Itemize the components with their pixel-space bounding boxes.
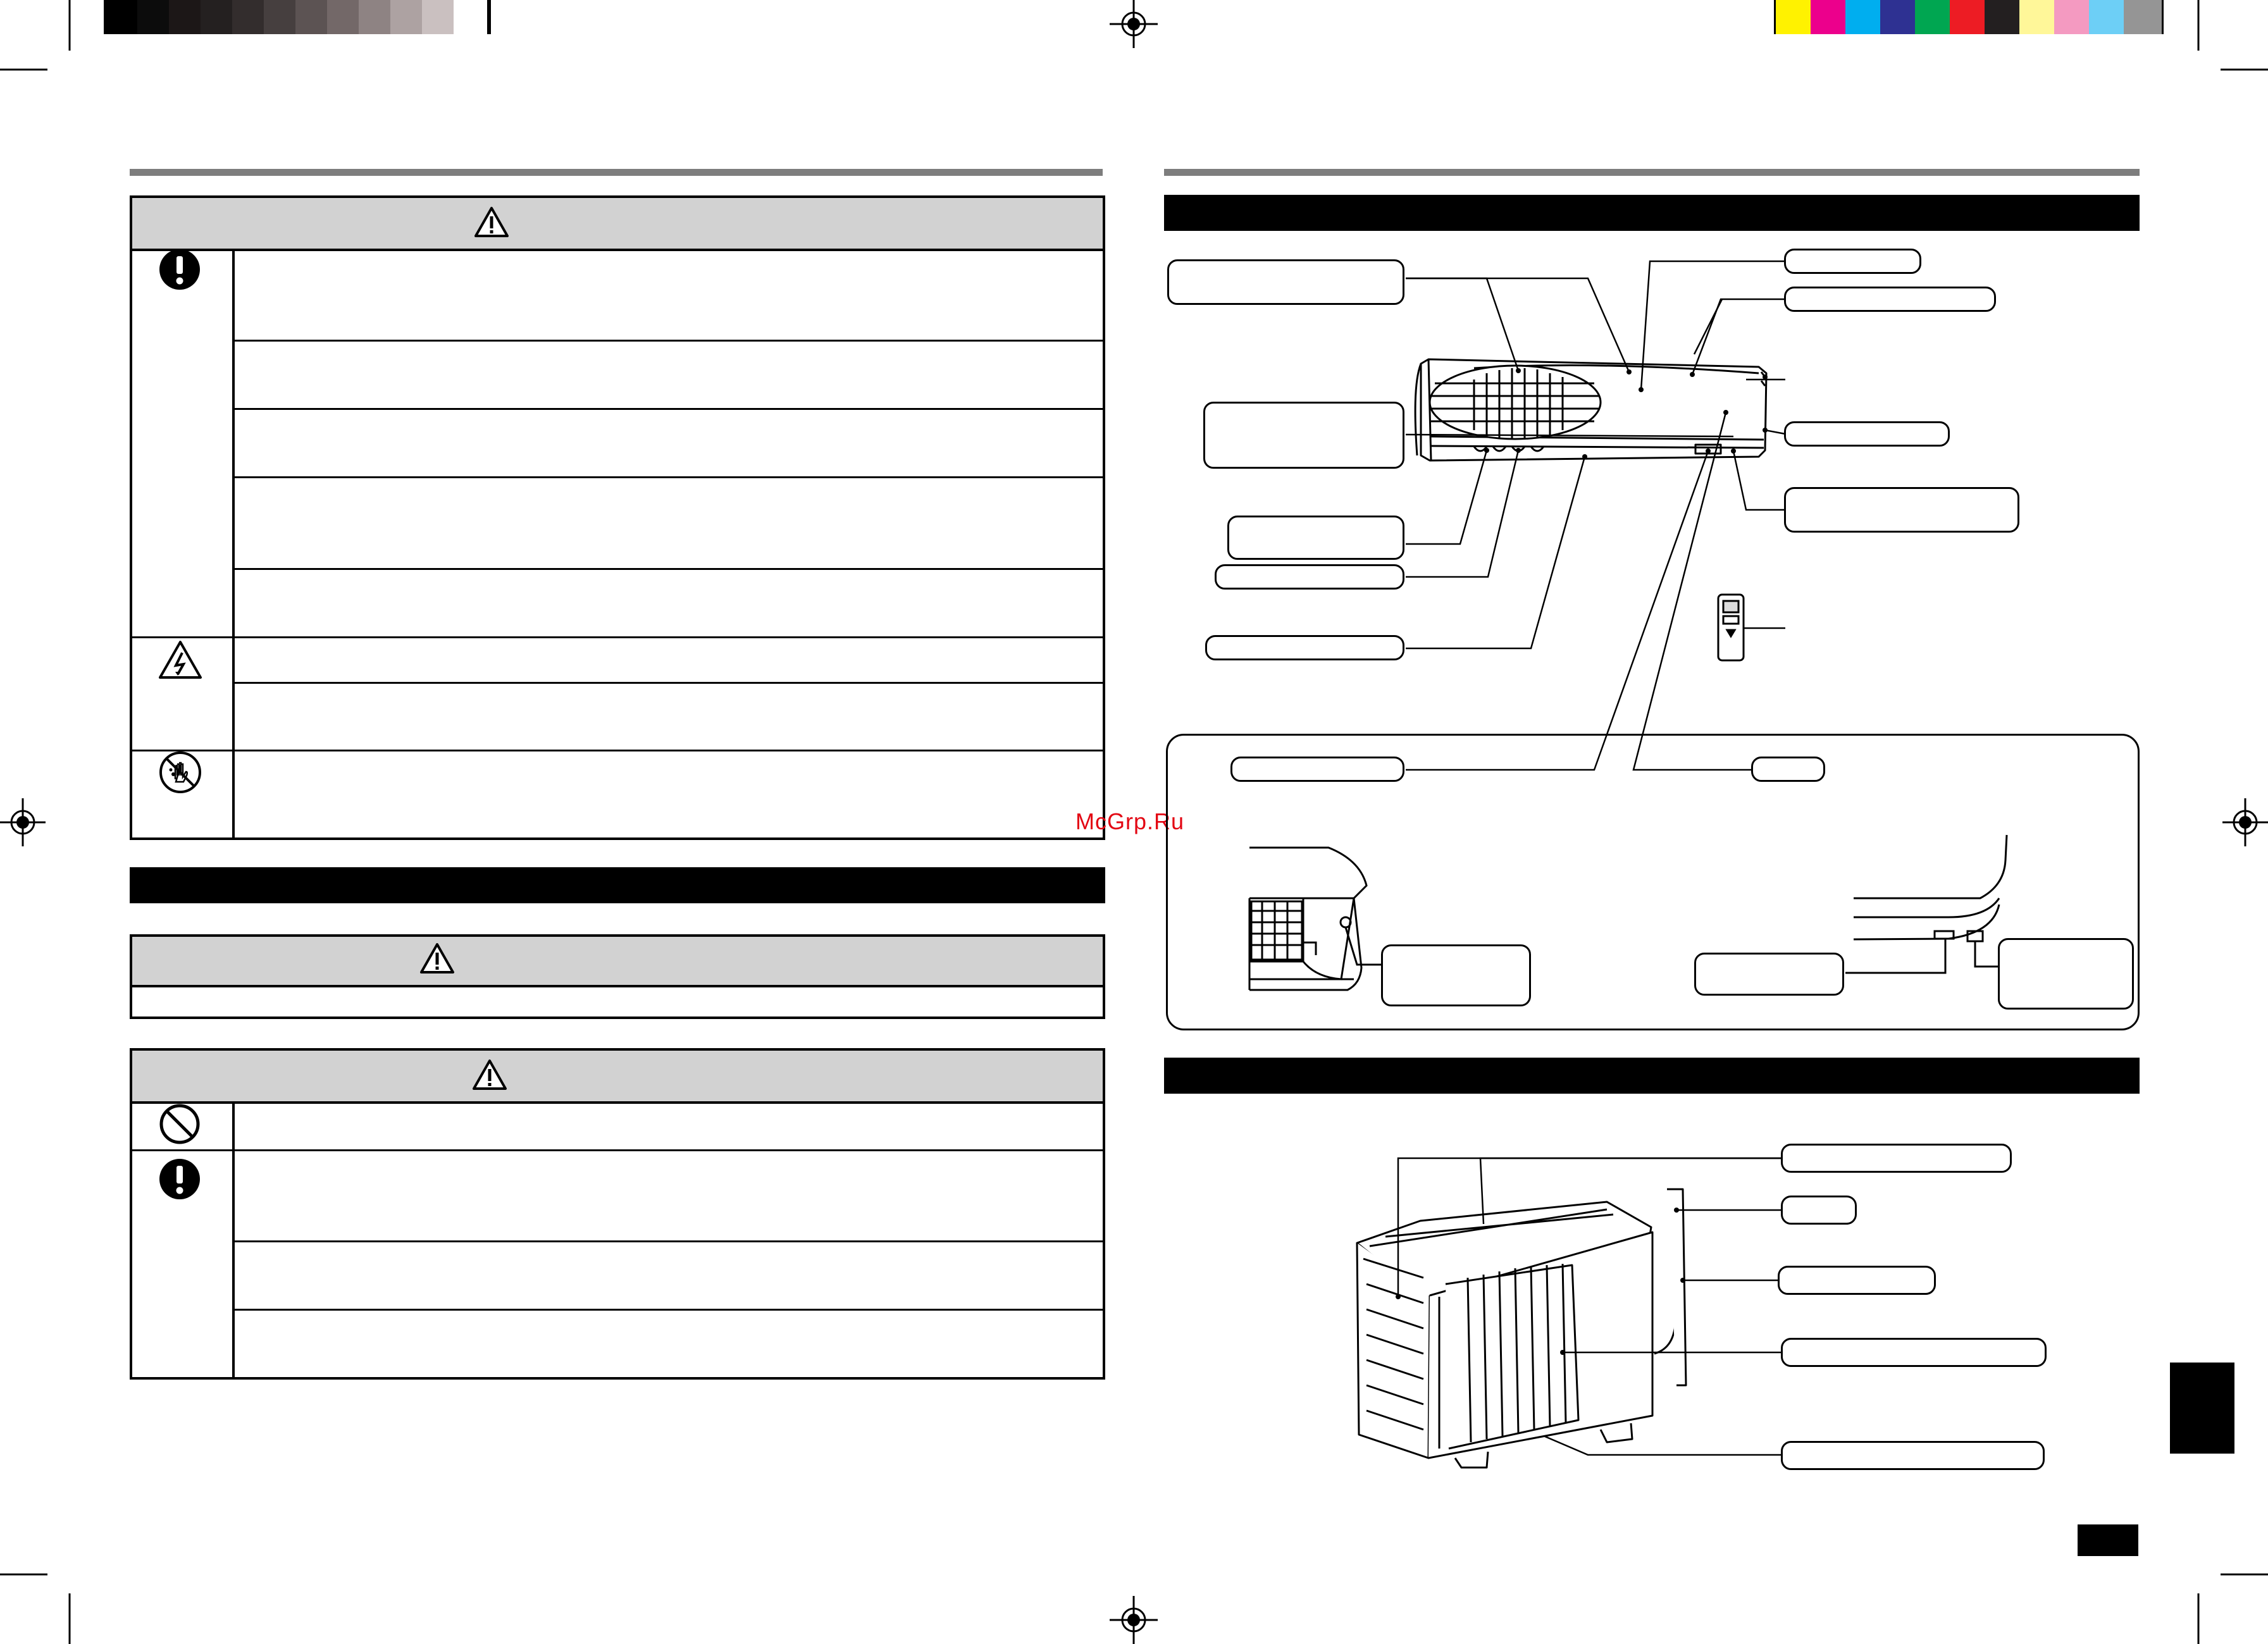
indoor-unit-illustration xyxy=(1248,260,2008,1469)
